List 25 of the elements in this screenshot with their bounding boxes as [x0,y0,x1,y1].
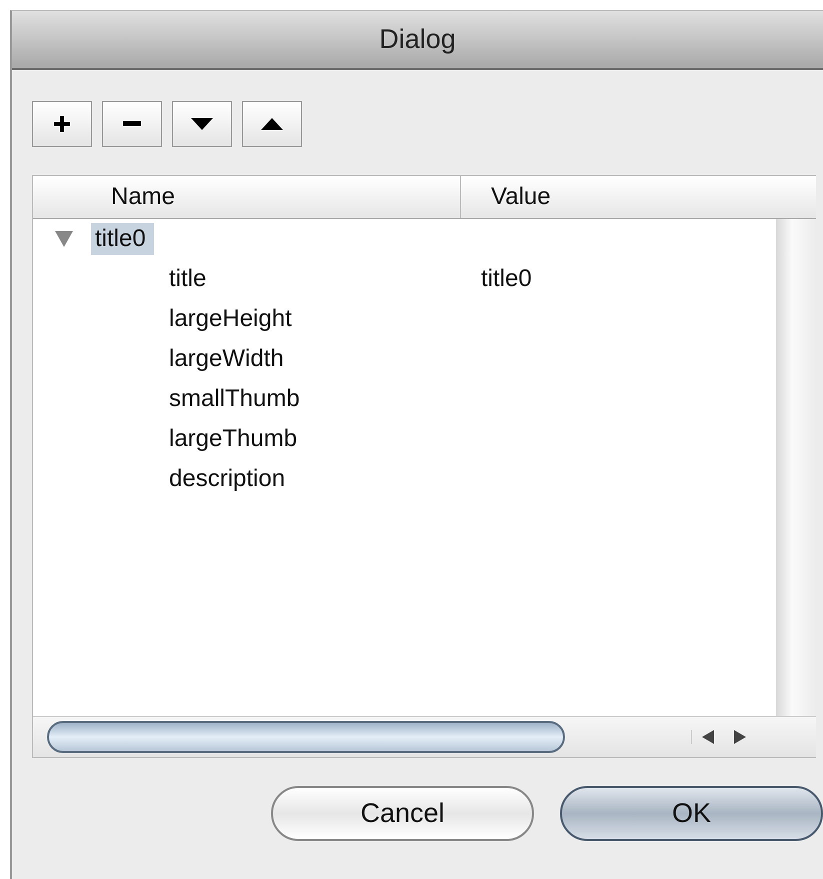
tree-item[interactable]: smallThumb [165,383,308,415]
value-cell: title0 [481,265,532,292]
tree-item[interactable]: description [165,463,294,495]
plus-icon [52,114,72,134]
arrow-right-icon[interactable] [734,730,746,744]
move-down-button[interactable] [172,101,232,147]
tree-item[interactable]: largeWidth [165,343,292,375]
move-up-button[interactable] [242,101,302,147]
remove-button[interactable] [102,101,162,147]
triangle-down-icon [191,118,213,130]
scroll-thumb[interactable] [47,721,565,753]
column-header[interactable]: Name [33,176,461,218]
cancel-button[interactable]: Cancel [271,786,534,841]
column-header[interactable]: Value [461,176,551,218]
ok-button[interactable]: OK [560,786,823,841]
tree-item[interactable]: title [165,263,214,295]
window-title: Dialog [379,24,456,55]
tree-item[interactable]: largeThumb [165,423,306,455]
tree-item[interactable]: title0 [91,223,154,255]
triangle-up-icon [261,118,283,130]
tree-item[interactable]: largeHeight [165,303,300,335]
minus-icon [122,121,142,127]
disclosure-triangle-icon[interactable] [55,231,73,247]
arrow-left-icon[interactable] [702,730,714,744]
add-button[interactable] [32,101,92,147]
